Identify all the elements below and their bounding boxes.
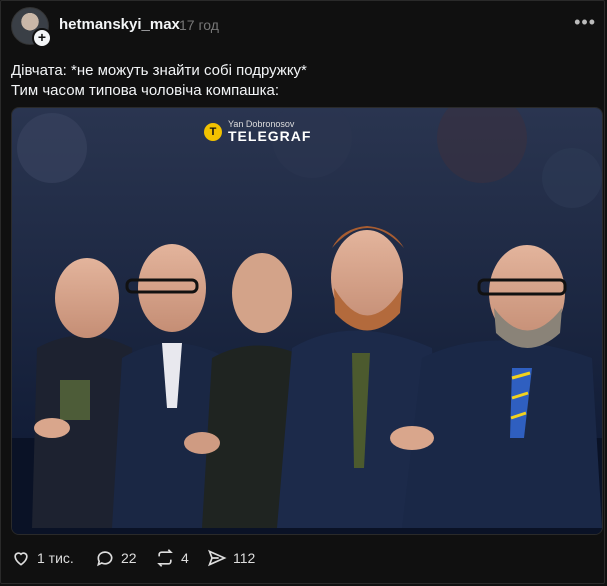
comment-icon xyxy=(97,551,113,567)
post-header: + hetmanskyi_max 17 год ••• xyxy=(11,7,596,48)
like-button[interactable]: 1 тис. xyxy=(11,547,74,569)
more-icon[interactable]: ••• xyxy=(574,12,596,33)
post-caption: Дівчата: *не можуть знайти собі подружку… xyxy=(11,61,307,101)
repost-count: 4 xyxy=(181,550,189,566)
caption-line-2: Тим часом типова чоловіча компашка: xyxy=(11,82,280,99)
repost-button[interactable]: 4 xyxy=(155,547,189,569)
follow-plus-icon[interactable]: + xyxy=(32,28,52,48)
post-card: + hetmanskyi_max 17 год ••• Дівчата: *не… xyxy=(0,0,605,584)
comment-button[interactable]: 22 xyxy=(95,547,137,569)
send-icon xyxy=(208,549,227,567)
post-actions: 1 тис. 22 4 112 xyxy=(11,547,311,571)
post-photo[interactable]: T Yan Dobronosov TELEGRAF xyxy=(11,107,603,535)
share-count: 112 xyxy=(233,550,256,566)
like-count: 1 тис. xyxy=(37,550,74,566)
share-button[interactable]: 112 xyxy=(207,547,255,569)
username[interactable]: hetmanskyi_max xyxy=(59,16,180,33)
caption-line-1: Дівчата: *не можуть знайти собі подружку… xyxy=(11,62,307,79)
watermark-brand: TELEGRAF xyxy=(228,128,312,144)
telegraf-logo-icon: T xyxy=(204,123,222,141)
repost-icon xyxy=(157,549,173,567)
post-time: 17 год xyxy=(179,17,219,33)
photo-illustration xyxy=(12,108,602,534)
heart-icon xyxy=(14,552,28,566)
comment-count: 22 xyxy=(121,550,137,566)
